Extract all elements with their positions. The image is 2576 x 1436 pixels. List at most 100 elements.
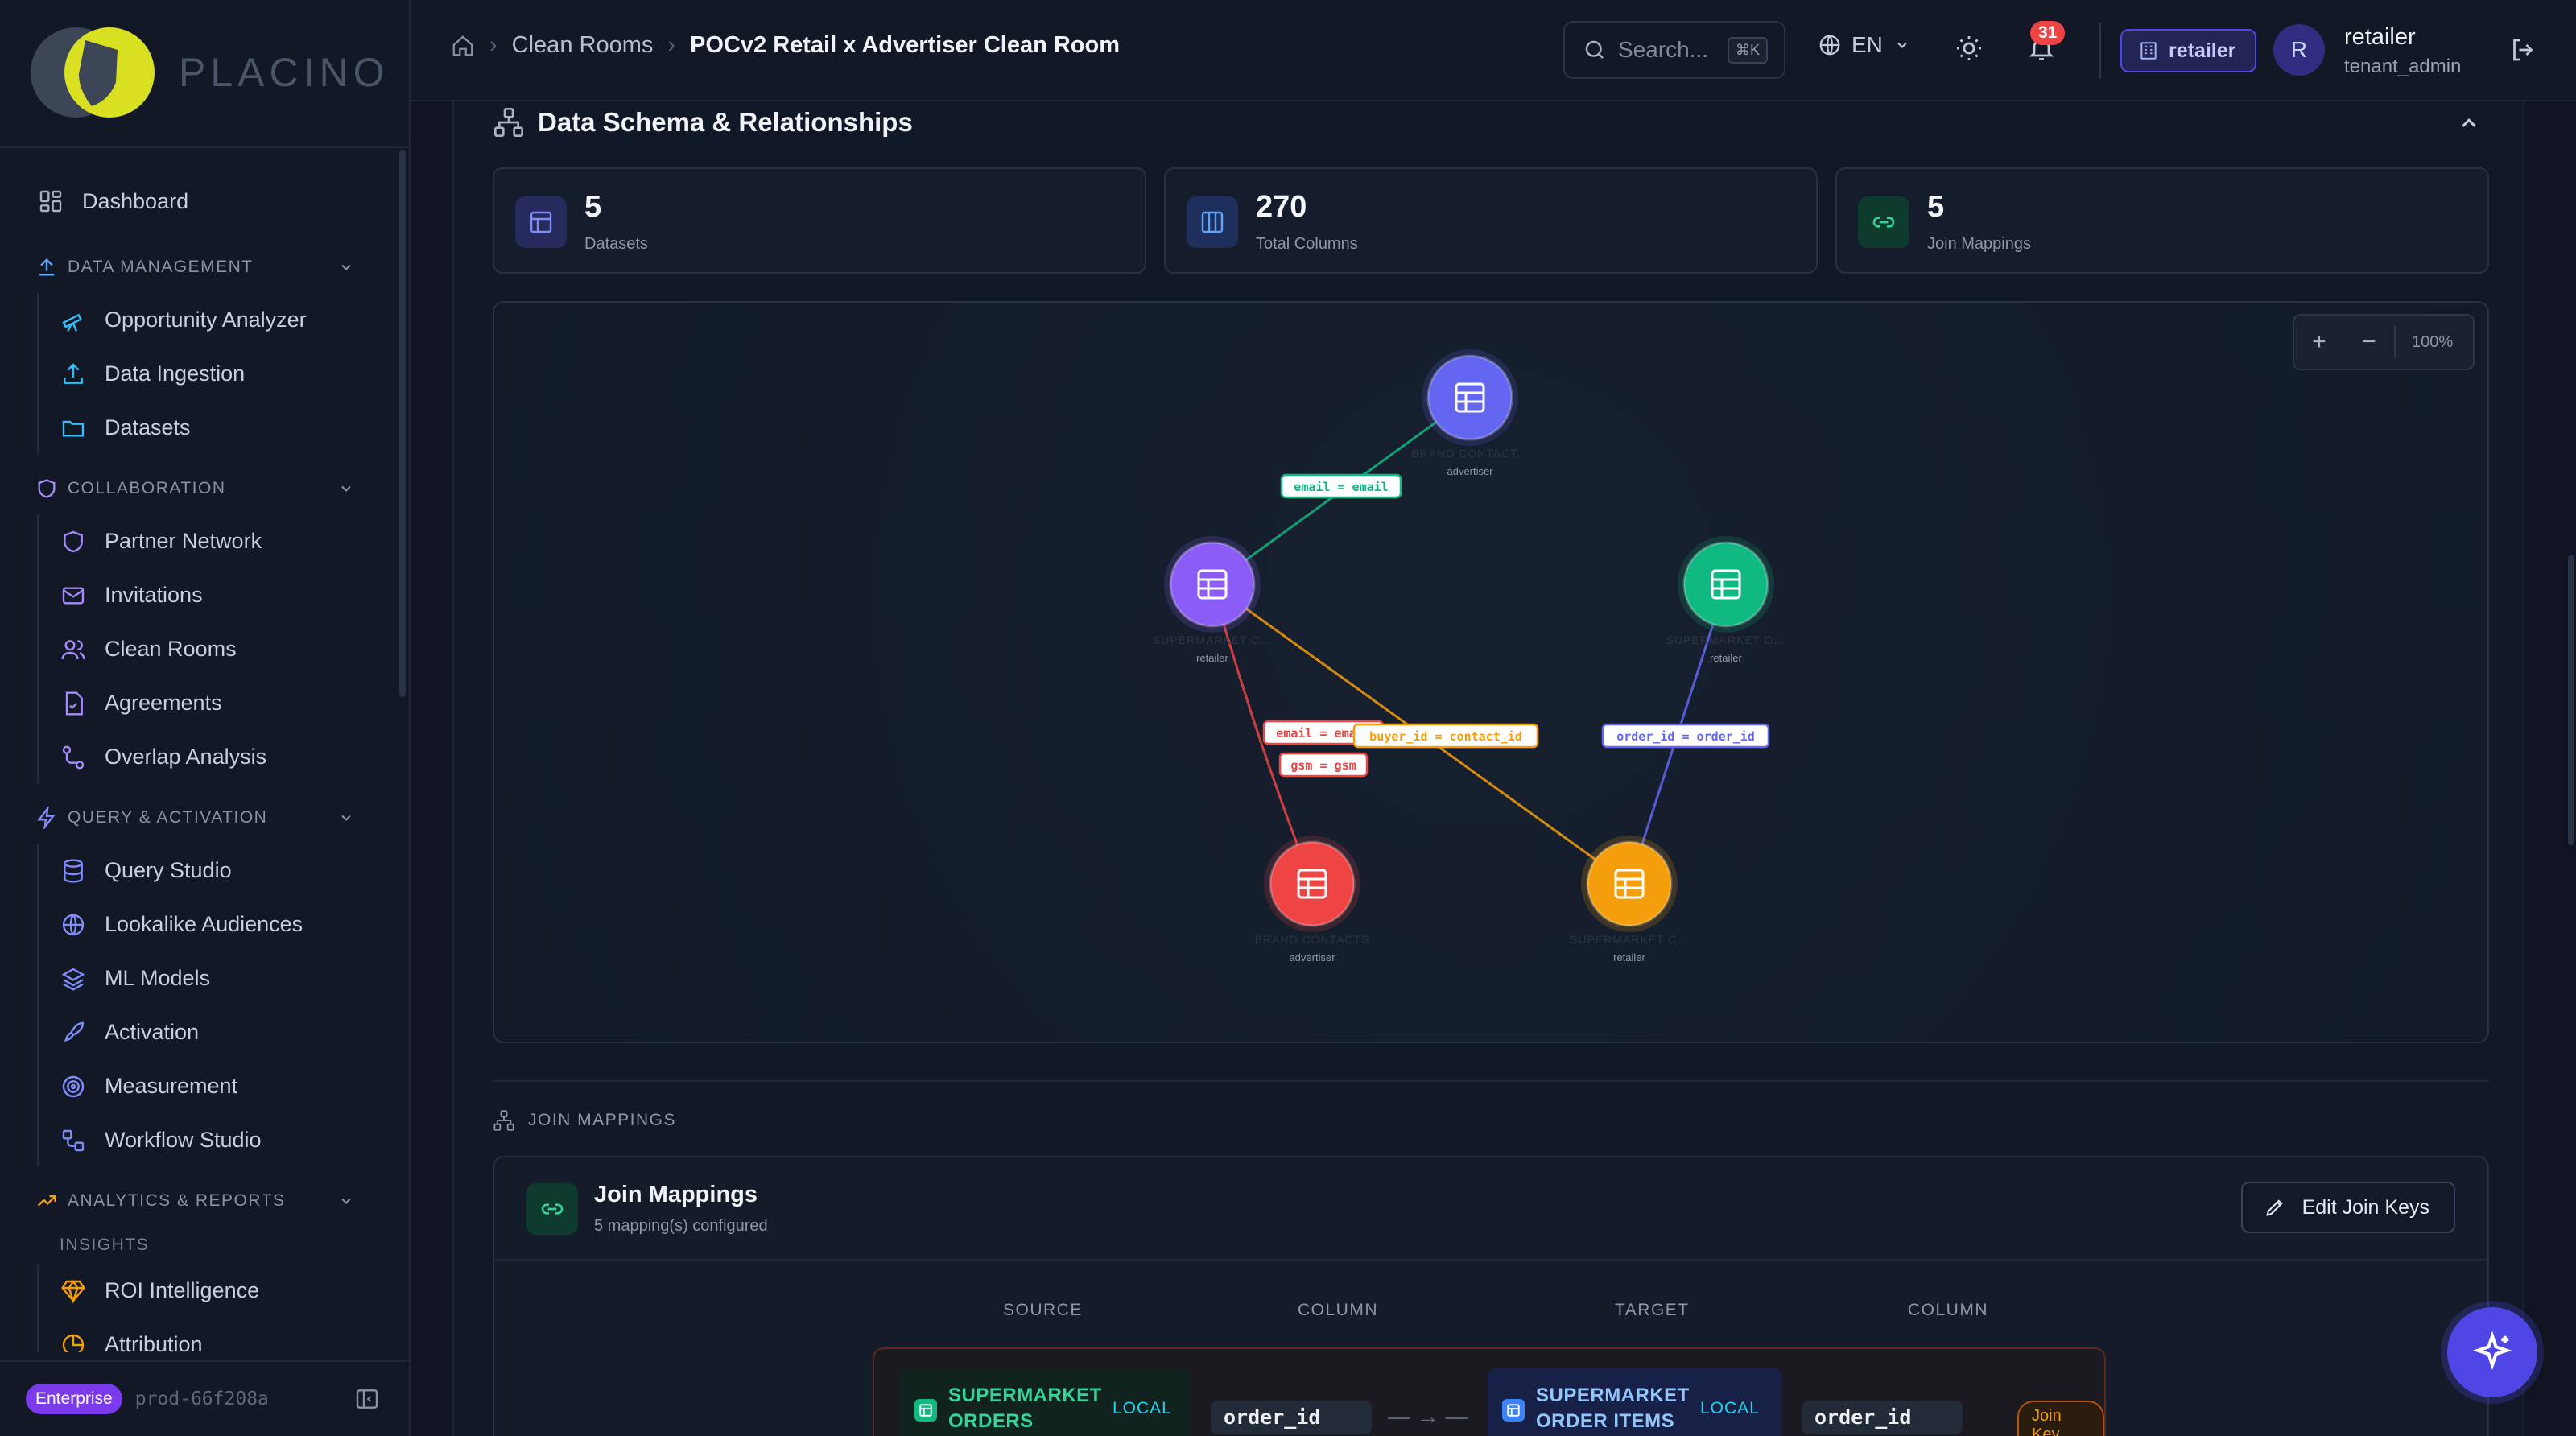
zoom-out-button[interactable]: − (2344, 328, 2394, 356)
node-name: SUPERMARKET C... (1153, 633, 1272, 646)
sidebar-item-opportunity-analyzer[interactable]: Opportunity Analyzer (39, 293, 394, 347)
sparkles-icon (2472, 1331, 2512, 1371)
stat-value: 5 (584, 190, 602, 224)
avatar[interactable]: R (2273, 24, 2325, 76)
chevron-up-icon[interactable] (2457, 111, 2481, 135)
stat-label: Total Columns (1256, 235, 1358, 253)
search-input[interactable]: Search... ⌘K (1563, 21, 1785, 79)
home-icon[interactable] (451, 34, 475, 58)
target-name: SUPERMARKET ORDER ITEMS (1536, 1384, 1690, 1432)
ai-assistant-button[interactable] (2447, 1307, 2537, 1397)
logo-icon (29, 26, 171, 119)
stat-datasets: 5 Datasets (493, 167, 1146, 274)
breadcrumb-current: POCv2 Retail x Advertiser Clean Room (690, 32, 1121, 58)
grid-icon (37, 188, 64, 215)
link-icon (526, 1183, 578, 1235)
sidebar-item-label: Lookalike Audiences (105, 912, 303, 936)
chevron-down-icon (341, 264, 351, 270)
dataset-node[interactable]: SUPERMARKET O... retailer (1666, 536, 1786, 664)
sidebar-item-query-studio[interactable]: Query Studio (39, 844, 394, 898)
edge-label[interactable]: buyer_id = contact_id (1352, 723, 1539, 749)
sidebar-item-overlap-analysis[interactable]: Overlap Analysis (39, 730, 394, 784)
sidebar-item-partner-network[interactable]: Partner Network (39, 514, 394, 568)
nav-group-analytics: ROI Intelligence Attribution (37, 1264, 394, 1352)
logout-icon[interactable] (2508, 35, 2537, 64)
sidebar-item-data-ingestion[interactable]: Data Ingestion (39, 347, 394, 401)
column-header-column: COLUMN (1908, 1301, 1989, 1319)
rocket-icon (60, 1019, 87, 1046)
role-badge[interactable]: retailer (2120, 29, 2257, 72)
layers-icon (60, 965, 87, 992)
edit-join-keys-button[interactable]: Edit Join Keys (2240, 1182, 2455, 1233)
section-data-management[interactable]: DATA MANAGEMENT (0, 241, 394, 293)
schema-section-header[interactable]: Data Schema & Relationships (493, 106, 913, 138)
button-label: Edit Join Keys (2301, 1195, 2429, 1219)
table-icon (515, 196, 567, 248)
sidebar-item-invitations[interactable]: Invitations (39, 568, 394, 622)
chevron-down-icon (1897, 42, 1907, 48)
user-info[interactable]: retailer tenant_admin (2344, 24, 2461, 78)
table-row[interactable]: SUPERMARKET ORDERS LOCAL order_id — → — … (873, 1347, 2106, 1436)
sidebar-item-roi-intelligence[interactable]: ROI Intelligence (39, 1264, 394, 1318)
brand-name: PLACINO (179, 50, 390, 95)
section-query-activation[interactable]: QUERY & ACTIVATION (0, 792, 394, 844)
users-icon (60, 636, 87, 663)
breadcrumb-clean-rooms[interactable]: Clean Rooms (512, 32, 654, 59)
handshake-icon (60, 528, 87, 555)
sidebar-scrollbar[interactable] (399, 150, 406, 697)
graph-canvas[interactable]: email = emailemail = emailgsm = gsmbuyer… (494, 303, 2487, 1042)
nav-group-query-activation: Query Studio Lookalike Audiences ML Mode… (37, 844, 394, 1167)
schema-icon (494, 108, 523, 137)
brand-logo[interactable]: PLACINO (29, 26, 390, 119)
node-owner: retailer (1196, 652, 1228, 664)
role-label: retailer (2169, 39, 2236, 62)
schema-graph[interactable]: email = email email = email gsm = gsm buyer… (493, 301, 2489, 1043)
chevron-down-icon (341, 485, 351, 492)
sun-icon[interactable] (1955, 34, 1984, 63)
stat-join-mappings: 5 Join Mappings (1835, 167, 2489, 274)
sidebar-item-clean-rooms[interactable]: Clean Rooms (39, 622, 394, 676)
sidebar-collapse-icon[interactable] (354, 1386, 380, 1412)
mail-icon (60, 582, 87, 609)
globe-icon (60, 911, 87, 939)
sidebar-item-datasets[interactable]: Datasets (39, 401, 394, 455)
language-selector[interactable]: EN (1818, 32, 1910, 58)
sidebar-item-dashboard[interactable]: Dashboard (0, 169, 394, 233)
sidebar: PLACINO Dashboard DATA MANAGEMENT Opport… (0, 0, 411, 1436)
dataset-node[interactable]: BRAND CONTACTS advertiser (1255, 836, 1370, 964)
sidebar-item-label: ROI Intelligence (105, 1278, 260, 1302)
sidebar-item-attribution[interactable]: Attribution (39, 1318, 394, 1352)
section-label: COLLABORATION (68, 479, 226, 497)
edge-label[interactable]: email = email (1280, 473, 1402, 499)
card-divider (494, 1259, 2487, 1261)
environment-label: prod-66f208a (134, 1389, 269, 1409)
join-mappings-section-label: JOIN MAPPINGS (493, 1109, 676, 1132)
source-dataset[interactable]: SUPERMARKET ORDERS LOCAL (900, 1368, 1190, 1436)
chevron-down-icon (341, 815, 351, 821)
target-column: order_id (1802, 1401, 1963, 1434)
sidebar-item-ml-models[interactable]: ML Models (39, 951, 394, 1005)
chevron-right-icon: › (489, 32, 497, 58)
target-dataset[interactable]: SUPERMARKET ORDER ITEMS LOCAL (1488, 1368, 1782, 1436)
node-name: SUPERMARKET O... (1666, 633, 1786, 646)
user-role: tenant_admin (2344, 56, 2462, 77)
zoom-in-button[interactable]: + (2294, 328, 2344, 356)
section-analytics-reports[interactable]: ANALYTICS & REPORTS (0, 1175, 394, 1227)
building-icon (2140, 42, 2157, 60)
sidebar-item-agreements[interactable]: Agreements (39, 676, 394, 730)
section-label: JOIN MAPPINGS (528, 1111, 677, 1129)
node-owner: advertiser (1289, 951, 1335, 964)
trending-up-icon (37, 1195, 56, 1207)
page-scrollbar[interactable] (2568, 555, 2574, 845)
sidebar-item-lookalike-audiences[interactable]: Lookalike Audiences (39, 898, 394, 951)
card-title: Join Mappings (594, 1182, 758, 1207)
globe-icon (1819, 35, 1840, 56)
section-collaboration[interactable]: COLLABORATION (0, 463, 394, 514)
dataset-node[interactable]: BRAND CONTACT... advertiser (1411, 349, 1529, 477)
sidebar-item-measurement[interactable]: Measurement (39, 1059, 394, 1113)
edge-label[interactable]: order_id = order_id (1601, 723, 1770, 749)
edge-label[interactable]: gsm = gsm (1278, 752, 1368, 778)
sidebar-item-workflow-studio[interactable]: Workflow Studio (39, 1113, 394, 1167)
sidebar-item-activation[interactable]: Activation (39, 1005, 394, 1059)
topbar: › Clean Rooms › POCv2 Retail x Advertise… (411, 0, 2576, 101)
